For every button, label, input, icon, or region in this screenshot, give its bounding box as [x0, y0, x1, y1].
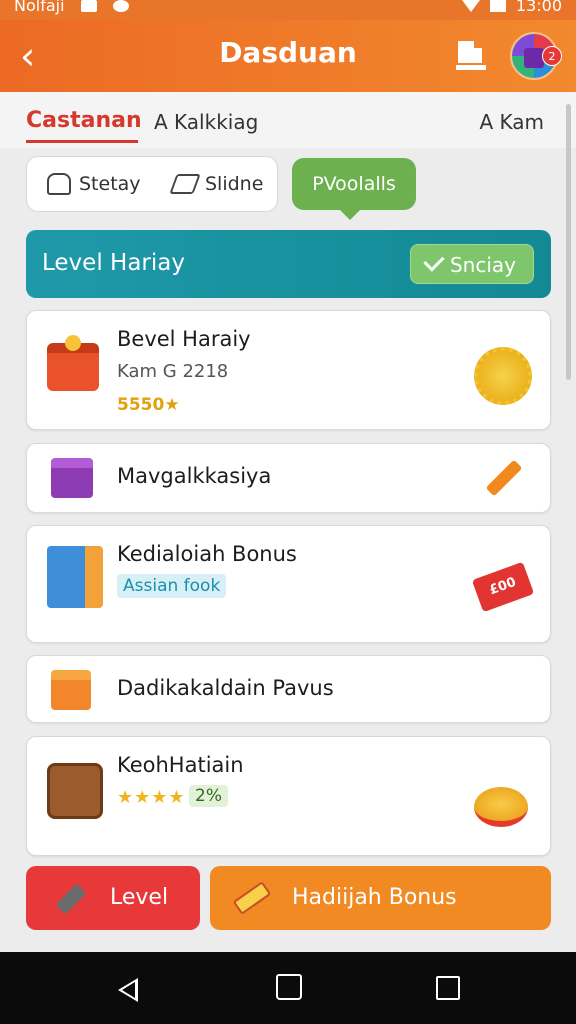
system-nav-bar	[0, 952, 576, 1024]
banner-button-label: Snciay	[449, 253, 516, 277]
treasure-chest-icon	[47, 763, 103, 819]
nav-home-icon[interactable]	[276, 974, 302, 1000]
level-banner: Level Hariay Snciay	[26, 230, 551, 298]
battery-icon	[489, 0, 506, 12]
card-coins: 5550★	[117, 395, 180, 415]
book-icon[interactable]	[454, 38, 488, 74]
card-tag: Assian fook	[117, 574, 227, 598]
clock-label: 13:00	[515, 0, 562, 15]
document-icon	[47, 546, 103, 608]
card-subtitle: Kam G 2218	[117, 361, 229, 382]
wifi-icon	[461, 0, 480, 12]
banner-title: Level Hariay	[42, 250, 185, 276]
reward-card[interactable]: KeohHatiain ★★★★ 2%	[26, 736, 551, 856]
app-header: ‹ Dasduan 2	[0, 20, 576, 92]
nav-back-icon[interactable]	[118, 978, 138, 1002]
orange-gift-icon	[51, 670, 91, 710]
carrier-label: Nolfaji	[14, 0, 65, 15]
nav-recents-icon[interactable]	[436, 976, 460, 1000]
settings-icon	[112, 0, 129, 12]
gold-coin-icon	[474, 347, 532, 405]
percent-badge: 2%	[189, 785, 228, 807]
filter-slidne[interactable]: Slidne	[169, 173, 264, 195]
page-title: Dasduan	[219, 36, 357, 69]
check-icon	[423, 250, 445, 272]
coin-stack-icon	[474, 787, 528, 827]
level-button[interactable]: Level	[26, 866, 200, 930]
filter-slidne-label: Slidne	[205, 173, 264, 195]
card-title: Dadikakaldain Pavus	[117, 676, 334, 700]
orange-pencil-icon	[485, 459, 523, 497]
filter-stetay[interactable]: Stetay	[47, 173, 141, 195]
filter-pill-button[interactable]: PVoolalls	[292, 158, 416, 220]
card-title: Bevel Haraiy	[117, 327, 251, 351]
person-outline-icon	[47, 173, 71, 195]
ticket-icon	[232, 881, 272, 915]
bonus-button[interactable]: Hadiijah Bonus	[210, 866, 551, 930]
tab-kam[interactable]: A Kam	[479, 110, 544, 134]
reward-card[interactable]: Dadikakaldain Pavus	[26, 655, 551, 723]
tab-castanan[interactable]: Castanan	[26, 108, 142, 133]
notification-icon	[80, 0, 97, 12]
tab-bar: Castanan A Kalkkiag A Kam	[0, 92, 576, 148]
active-tab-indicator	[26, 140, 138, 143]
status-bar: Nolfaji 13:00	[0, 0, 576, 20]
marker-icon	[55, 883, 87, 915]
red-gift-chest-icon	[47, 335, 99, 391]
red-ticket-icon: £00	[471, 561, 535, 613]
rating-stars: ★★★★	[117, 787, 186, 808]
filter-segment: Stetay Slidne	[26, 156, 278, 212]
bonus-button-label: Hadiijah Bonus	[292, 885, 457, 910]
scrollbar[interactable]	[566, 104, 571, 380]
reward-card[interactable]: Mavgalkkasiya	[26, 443, 551, 513]
tab-kalkkiag[interactable]: A Kalkkiag	[154, 110, 258, 134]
pencil-outline-icon	[169, 174, 201, 194]
purple-gift-icon	[51, 458, 93, 498]
card-title: KeohHatiain	[117, 753, 244, 777]
filter-stetay-label: Stetay	[79, 173, 141, 195]
notification-badge: 2	[542, 46, 562, 66]
level-button-label: Level	[110, 885, 169, 910]
card-title: Kedialoiah Bonus	[117, 542, 297, 566]
reward-card[interactable]: Kedialoiah Bonus Assian fook £00	[26, 525, 551, 643]
banner-action-button[interactable]: Snciay	[410, 244, 534, 284]
card-title: Mavgalkkasiya	[117, 464, 272, 488]
reward-card[interactable]: Bevel Haraiy Kam G 2218 5550★	[26, 310, 551, 430]
